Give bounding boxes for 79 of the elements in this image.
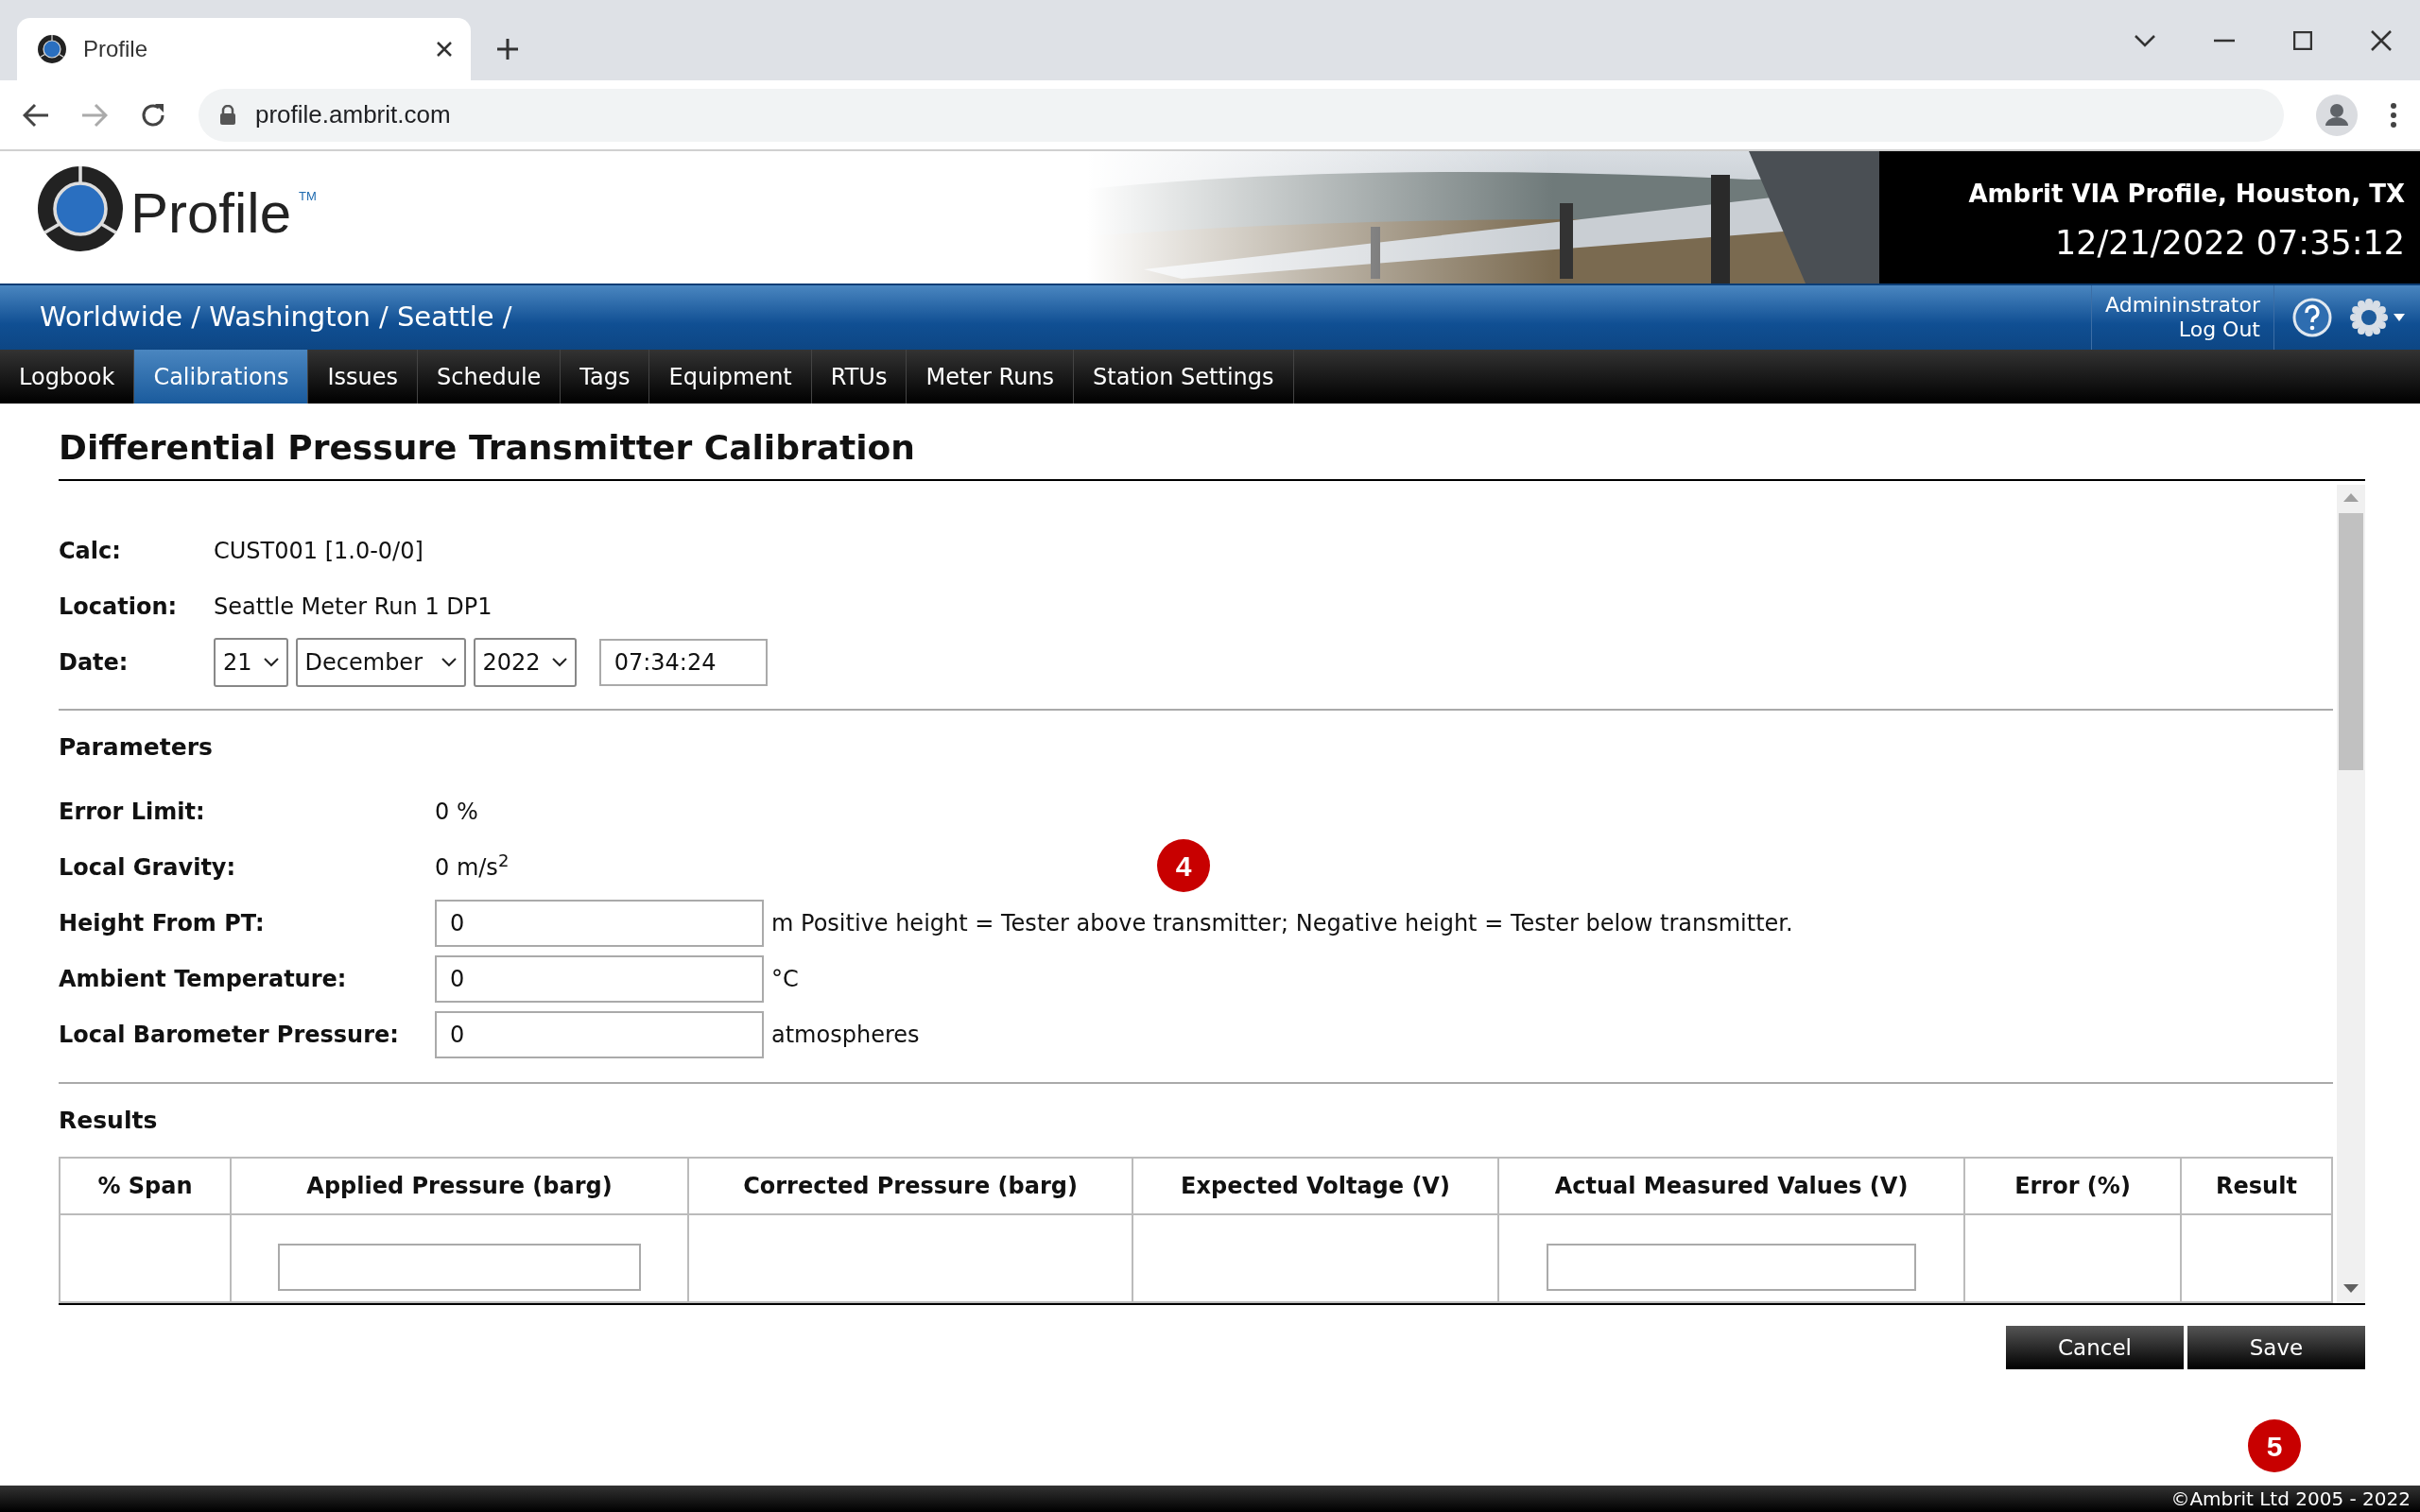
section-heading: Results bbox=[59, 1105, 159, 1136]
footer-text: ©Ambrit Ltd 2005 - 2022 bbox=[0, 1486, 2420, 1512]
unit-text: atmospheres bbox=[771, 1021, 920, 1050]
scroll-down-icon[interactable] bbox=[2343, 1284, 2359, 1294]
month-select[interactable]: December bbox=[295, 637, 466, 687]
settings-icon[interactable] bbox=[2350, 299, 2407, 336]
input-field[interactable]: 0 bbox=[435, 900, 764, 947]
input-field[interactable]: 0 bbox=[435, 1011, 764, 1058]
step-marker: 4 bbox=[1157, 839, 1210, 892]
nav-tab[interactable]: Meter Runs bbox=[907, 350, 1075, 404]
nav-tab[interactable]: RTUs bbox=[811, 350, 908, 404]
url-text: profile.ambrit.com bbox=[255, 99, 451, 130]
field-label: Ambient Temperature: bbox=[59, 965, 348, 994]
nav-tab[interactable]: Issues bbox=[308, 350, 419, 404]
time-field[interactable]: 07:34:24 bbox=[598, 638, 768, 686]
close-icon[interactable] bbox=[2371, 29, 2392, 51]
maximize-icon[interactable] bbox=[2293, 30, 2312, 50]
unit-text: m Positive height = Tester above transmitter; Negative height = Tester below transmitter. bbox=[771, 909, 1793, 938]
chevron-down-icon bbox=[441, 657, 457, 667]
date-time: 12/21/2022 07:35:12 bbox=[2053, 223, 2405, 264]
column-header: Expected Voltage (V) bbox=[1132, 1158, 1498, 1214]
nav-tab[interactable]: Equipment bbox=[649, 350, 812, 404]
field-label: Local Gravity: bbox=[59, 853, 237, 883]
scrollbar-thumb[interactable] bbox=[2339, 513, 2363, 770]
field-label: Height From PT: bbox=[59, 909, 266, 938]
column-header: % Span bbox=[60, 1158, 231, 1214]
trademark: TM bbox=[299, 188, 317, 205]
column-header: Result bbox=[2181, 1158, 2332, 1214]
lock-icon bbox=[219, 104, 236, 126]
minimize-icon[interactable] bbox=[2214, 38, 2235, 43]
action-button[interactable]: Save bbox=[2187, 1326, 2365, 1369]
field-label: Date: bbox=[59, 647, 130, 678]
site-name: Ambrit VIA Profile, Houston, TX bbox=[1968, 179, 2405, 210]
column-header: Error (%) bbox=[1964, 1158, 2181, 1214]
logo-icon bbox=[38, 166, 123, 251]
scrollbar[interactable] bbox=[2337, 485, 2365, 1303]
chevron-down-icon bbox=[551, 657, 567, 667]
favicon-icon bbox=[38, 35, 66, 63]
user-name: Admininstrator bbox=[2105, 292, 2260, 318]
field-label: Local Barometer Pressure: bbox=[59, 1021, 400, 1050]
back-icon[interactable] bbox=[23, 102, 49, 128]
column-header: Applied Pressure (barg) bbox=[231, 1158, 688, 1214]
logo-text: Profile bbox=[130, 185, 292, 242]
browser-tab[interactable]: Profile bbox=[17, 18, 471, 80]
field-label: Calc: bbox=[59, 536, 122, 566]
unit-text: °C bbox=[771, 965, 799, 994]
field-value: 0 % bbox=[435, 798, 478, 827]
column-header: Corrected Pressure (barg) bbox=[688, 1158, 1132, 1214]
reload-icon[interactable] bbox=[140, 101, 166, 129]
section-heading: Parameters bbox=[59, 732, 214, 763]
nav-tab[interactable]: Tags bbox=[561, 350, 650, 404]
input-field[interactable] bbox=[1546, 1244, 1917, 1291]
help-icon[interactable] bbox=[2291, 297, 2333, 338]
year-select[interactable]: 2022 bbox=[473, 637, 577, 687]
field-value: 0 m/s$^{2}$ bbox=[435, 850, 510, 883]
kebab-menu-icon[interactable] bbox=[2390, 101, 2397, 129]
step-marker: 5 bbox=[2248, 1419, 2301, 1472]
field-label: Location: bbox=[59, 592, 179, 622]
tab-title: Profile bbox=[83, 35, 149, 63]
page-title: Differential Pressure Transmitter Calibration bbox=[59, 427, 916, 469]
input-field[interactable] bbox=[278, 1244, 641, 1291]
new-tab-icon[interactable] bbox=[495, 37, 520, 61]
action-button[interactable]: Cancel bbox=[2006, 1326, 2184, 1369]
field-label: Error Limit: bbox=[59, 798, 206, 827]
chevron-down-icon[interactable] bbox=[2135, 33, 2155, 47]
nav-tab[interactable]: Station Settings bbox=[1074, 350, 1294, 404]
field-value: CUST001 [1.0-0/0] bbox=[214, 536, 424, 566]
logout-link[interactable]: Log Out bbox=[2105, 318, 2260, 343]
close-icon[interactable] bbox=[435, 40, 454, 59]
field-value: Seattle Meter Run 1 DP1 bbox=[214, 592, 493, 622]
input-field[interactable]: 0 bbox=[435, 955, 764, 1003]
nav-tab[interactable]: Schedule bbox=[418, 350, 562, 404]
day-select[interactable]: 21 bbox=[214, 637, 288, 687]
profile-icon[interactable] bbox=[2316, 94, 2358, 136]
breadcrumb[interactable]: Worldwide / Washington / Seattle / bbox=[0, 297, 512, 338]
column-header: Actual Measured Values (V) bbox=[1498, 1158, 1964, 1214]
address-bar[interactable]: profile.ambrit.com bbox=[199, 88, 2284, 142]
nav-tab[interactable]: Calibrations bbox=[134, 350, 309, 404]
chevron-down-icon bbox=[263, 657, 279, 667]
